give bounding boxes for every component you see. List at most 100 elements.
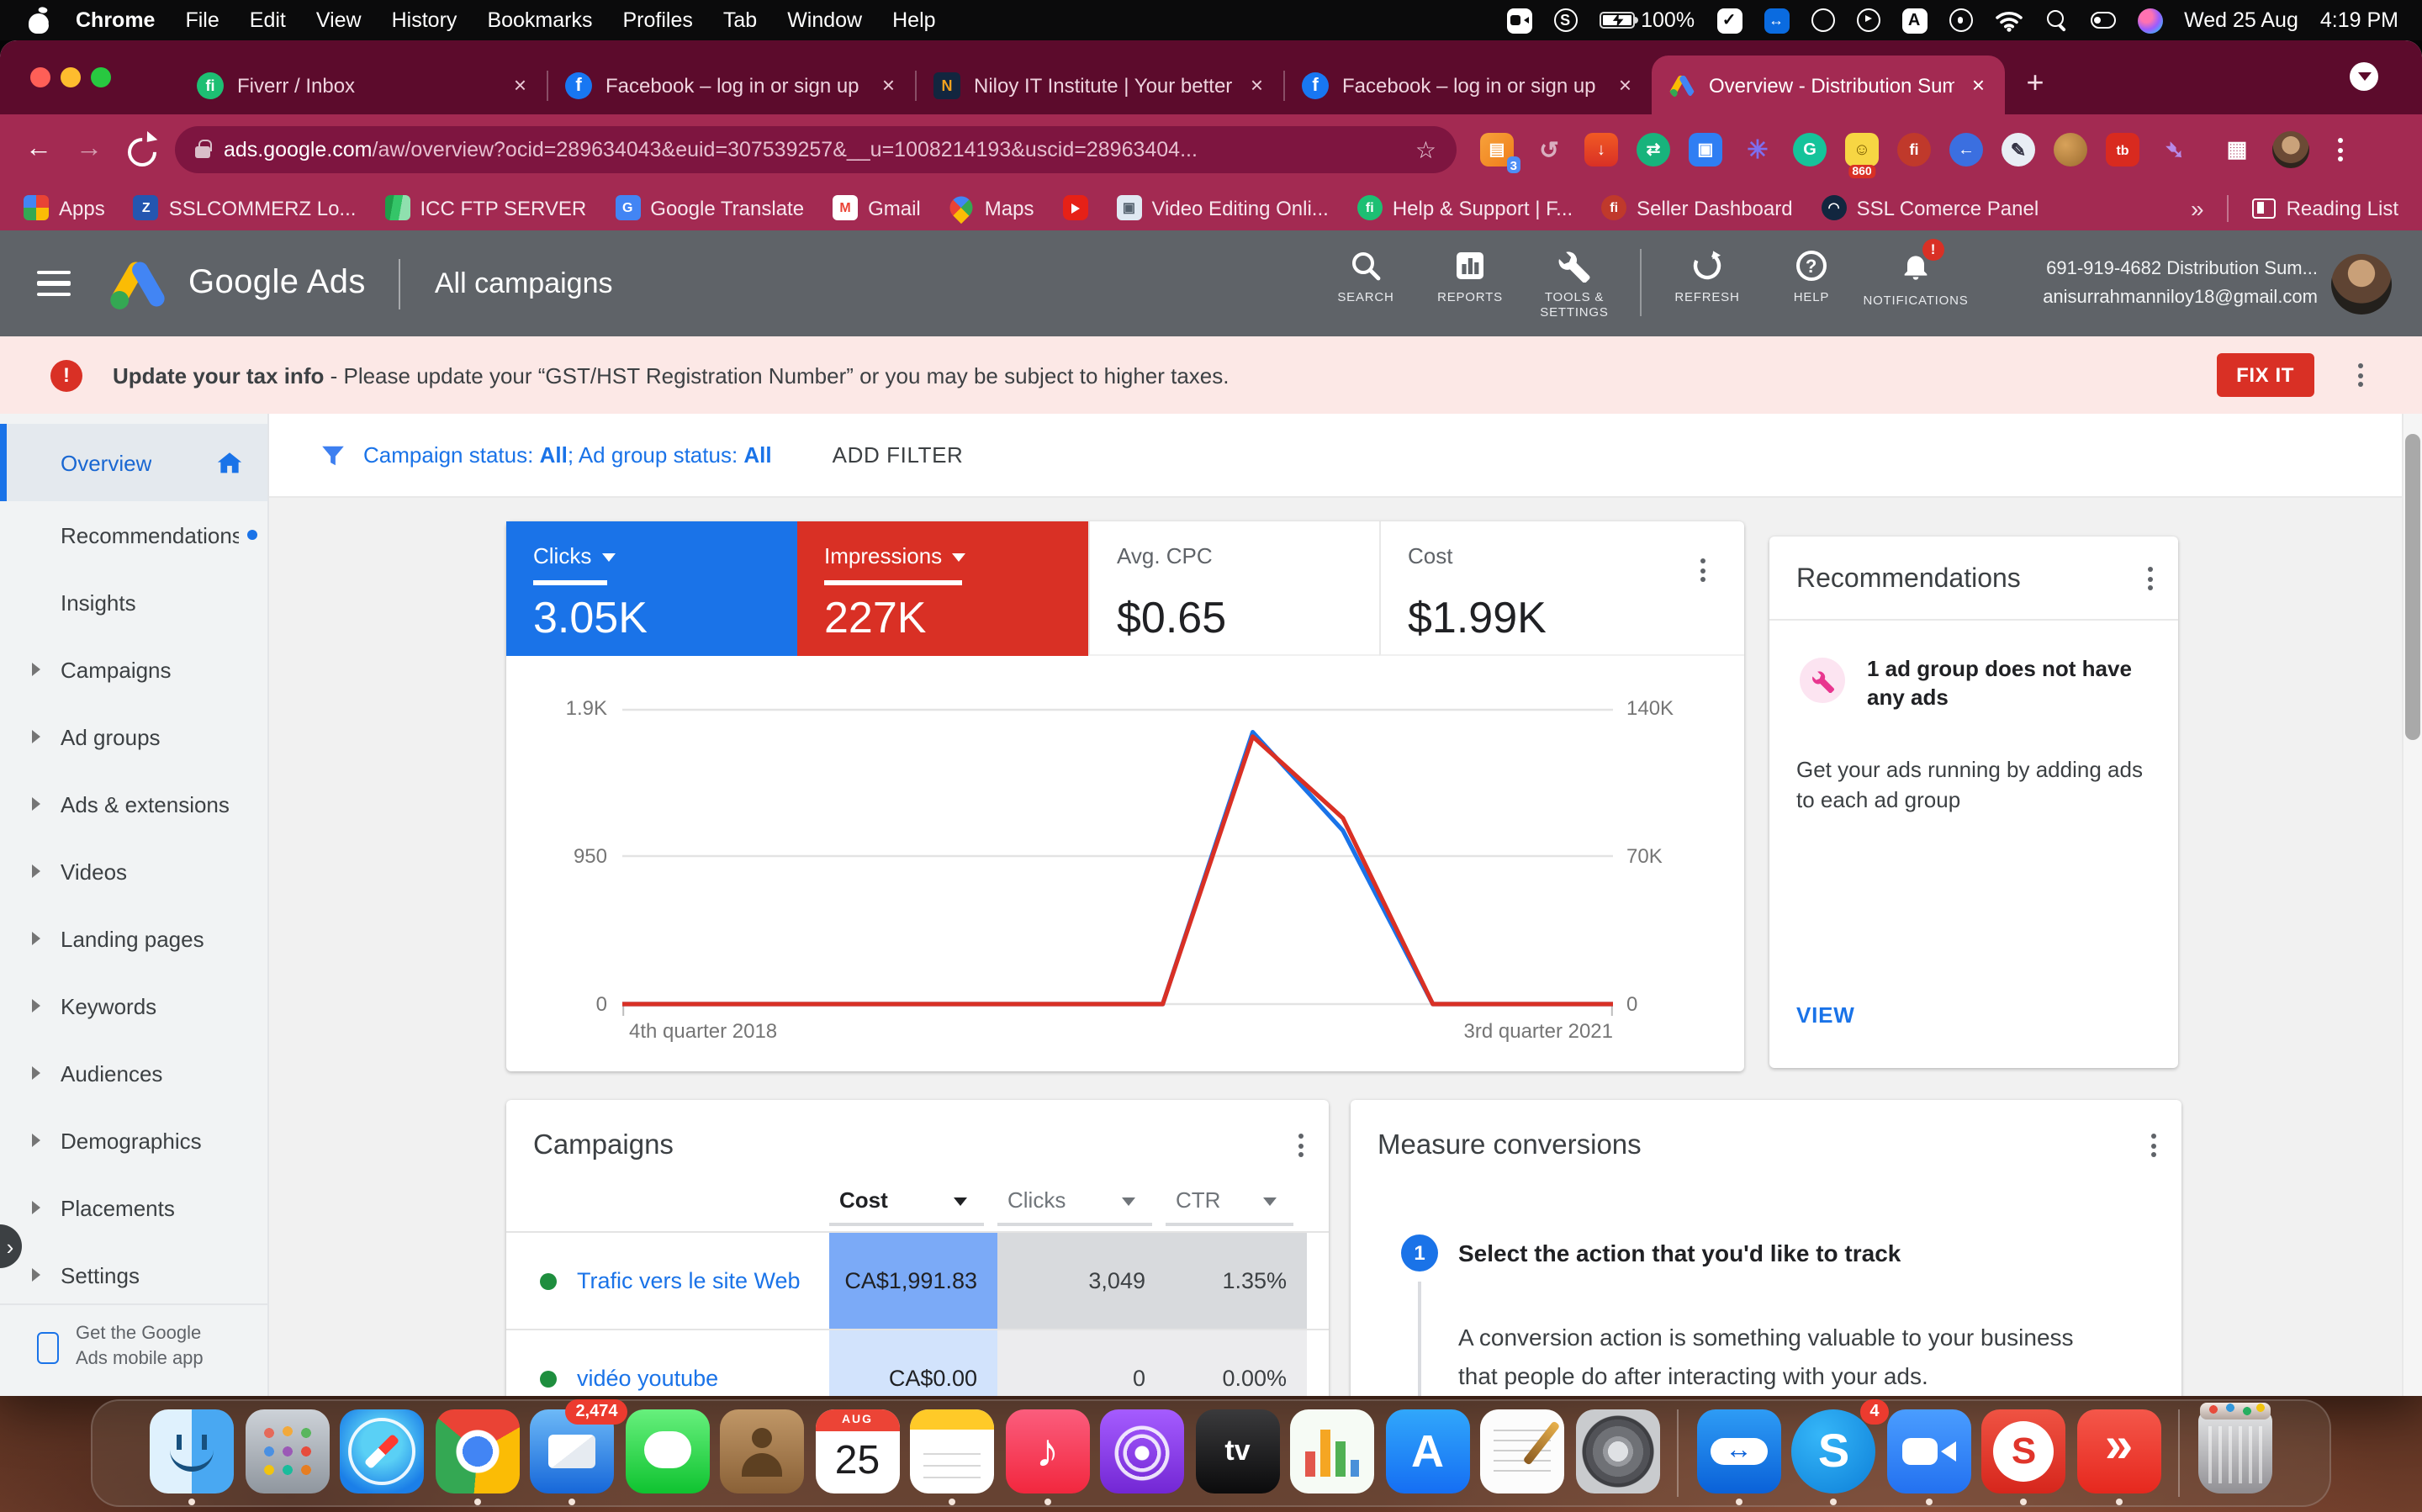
new-tab-button[interactable]: + — [2015, 64, 2055, 104]
metric-clicks[interactable]: Clicks 3.05K — [506, 521, 797, 656]
spotlight-icon[interactable] — [2044, 8, 2068, 32]
accessibility-icon[interactable] — [1949, 8, 1972, 32]
reload-button[interactable] — [114, 133, 165, 167]
menu-tab[interactable]: Tab — [708, 8, 772, 32]
dock-mail-icon[interactable]: 2,474 — [531, 1409, 615, 1493]
battery-status[interactable]: 100% — [1599, 8, 1695, 32]
close-tab-icon[interactable]: × — [879, 72, 898, 98]
input-source-icon[interactable]: A — [1901, 8, 1927, 33]
sidebar-item-insights[interactable]: Insights — [0, 568, 267, 636]
dock-launchpad-icon[interactable] — [246, 1409, 330, 1493]
ext-icon-back-arrow[interactable]: ← — [1949, 133, 1983, 167]
sidebar-item-ad-groups[interactable]: Ad groups — [0, 703, 267, 770]
dock-music-icon[interactable] — [1006, 1409, 1090, 1493]
dock-skype-icon[interactable]: 4 — [1792, 1409, 1876, 1493]
banner-menu-icon[interactable] — [2348, 363, 2372, 387]
overview-card-menu-icon[interactable] — [1690, 558, 1714, 654]
mobile-app-promo[interactable]: Get the GoogleAds mobile app — [0, 1304, 267, 1389]
ext-icon-cookie[interactable] — [2054, 133, 2087, 167]
bookmark-video-editing[interactable]: ▣Video Editing Onli... — [1116, 195, 1328, 220]
ext-icon-snowflake[interactable]: ✳ — [1741, 133, 1774, 167]
close-tab-icon[interactable]: × — [1247, 72, 1267, 98]
column-clicks[interactable]: Clicks — [997, 1187, 1152, 1226]
dock-zoom-icon[interactable] — [1887, 1409, 1971, 1493]
menubar-date[interactable]: Wed 25 Aug — [2184, 8, 2298, 32]
recommendations-menu-icon[interactable] — [2138, 567, 2161, 590]
bookmark-gmail[interactable]: MGmail — [833, 195, 921, 220]
view-link[interactable]: VIEW — [1796, 1002, 1855, 1028]
add-filter-button[interactable]: ADD FILTER — [833, 442, 964, 468]
notifications-button[interactable]: ! NOTIFICATIONS — [1864, 248, 1968, 307]
dock-chrome-icon[interactable] — [436, 1409, 520, 1493]
close-tab-icon[interactable]: × — [1969, 72, 1988, 98]
siri-icon[interactable] — [2137, 8, 2162, 33]
bookmark-seller-dashboard[interactable]: fiSeller Dashboard — [1601, 195, 1792, 220]
bookmark-help-support[interactable]: fiHelp & Support | F... — [1357, 195, 1573, 220]
teamviewer-menu-icon[interactable]: ↔ — [1764, 8, 1789, 33]
measure-menu-icon[interactable] — [2141, 1134, 2165, 1157]
column-cost[interactable]: Cost — [829, 1187, 984, 1226]
menu-window[interactable]: Window — [772, 8, 877, 32]
extensions-puzzle-icon[interactable]: ▦ — [2220, 133, 2254, 167]
sidebar-item-overview[interactable]: Overview — [0, 424, 267, 501]
dock-safari-icon[interactable] — [341, 1409, 425, 1493]
adobe-cc-icon[interactable] — [1811, 8, 1834, 32]
bookmark-ssl-panel[interactable]: ◠SSL Comerce Panel — [1822, 195, 2039, 220]
close-tab-icon[interactable]: × — [1616, 72, 1635, 98]
ext-icon-fiverr[interactable]: fi — [1897, 133, 1931, 167]
ext-icon-seo[interactable]: ☺860 — [1845, 133, 1879, 167]
dock-notes-icon[interactable] — [911, 1409, 995, 1493]
url-text[interactable]: ads.google.com/aw/overview?ocid=28963404… — [224, 138, 1402, 161]
bookmark-icc-ftp[interactable]: ICC FTP SERVER — [384, 195, 586, 220]
shortcuts-icon[interactable]: S — [1553, 8, 1577, 32]
fix-it-button[interactable]: FIX IT — [2216, 353, 2314, 397]
refresh-button[interactable]: REFRESH — [1655, 248, 1759, 304]
dock-red-chevrons-app-icon[interactable] — [2077, 1409, 2161, 1493]
bookmark-youtube[interactable] — [1062, 195, 1087, 220]
dock-red-s-app-icon[interactable] — [1982, 1409, 2066, 1493]
ext-icon-video[interactable]: ▣ — [1689, 133, 1722, 167]
account-info[interactable]: 691-919-4682 Distribution Sum... anisurr… — [1998, 256, 2318, 311]
ext-icon-history[interactable]: ↺ — [1532, 133, 1566, 167]
dock-messages-icon[interactable] — [626, 1409, 710, 1493]
close-tab-icon[interactable]: × — [510, 72, 530, 98]
sidebar-item-recommendations[interactable]: Recommendations — [0, 501, 267, 568]
control-center-icon[interactable] — [2090, 12, 2115, 29]
scrollbar-track[interactable] — [2402, 414, 2422, 1396]
sidebar-item-settings[interactable]: Settings — [0, 1241, 267, 1308]
bookmark-star-icon[interactable]: ☆ — [1415, 135, 1436, 164]
menu-bookmarks[interactable]: Bookmarks — [472, 8, 607, 32]
dock-system-preferences-icon[interactable] — [1576, 1409, 1660, 1493]
ext-icon-feather[interactable]: ➴ — [2158, 133, 2192, 167]
tab-search-chevron-icon[interactable] — [2350, 62, 2378, 91]
browser-menu-icon[interactable] — [2328, 138, 2351, 161]
campaigns-menu-icon[interactable] — [1288, 1134, 1312, 1157]
sidebar-item-videos[interactable]: Videos — [0, 838, 267, 905]
dock-appstore-icon[interactable] — [1386, 1409, 1470, 1493]
performance-line-chart[interactable] — [622, 708, 1613, 1018]
play-circle-icon[interactable] — [1856, 8, 1880, 32]
sidebar-item-ads-extensions[interactable]: Ads & extensions — [0, 770, 267, 838]
ext-icon-grammarly[interactable]: G — [1793, 133, 1827, 167]
menu-file[interactable]: File — [170, 8, 234, 32]
help-button[interactable]: ? HELP — [1759, 248, 1864, 304]
ext-icon-downloader[interactable]: ↓ — [1584, 133, 1618, 167]
ext-icon-colorpicker[interactable]: ✎ — [2002, 133, 2035, 167]
checkmark-menu-icon[interactable]: ✓ — [1716, 8, 1742, 33]
bookmark-google-translate[interactable]: GGoogle Translate — [615, 195, 804, 220]
ext-icon-refresh[interactable]: ⇄ — [1637, 133, 1670, 167]
scrollbar-thumb[interactable] — [2405, 434, 2420, 740]
address-bar[interactable]: ads.google.com/aw/overview?ocid=28963404… — [175, 126, 1457, 173]
tab-facebook-1[interactable]: f Facebook – log in or sign up × — [548, 56, 915, 114]
bookmark-sslcommerz[interactable]: ZSSLCOMMERZ Lo... — [134, 195, 357, 220]
column-ctr[interactable]: CTR — [1166, 1187, 1293, 1226]
sidebar-item-landing-pages[interactable]: Landing pages — [0, 905, 267, 972]
filter-status-text[interactable]: Campaign status: All; Ad group status: A… — [363, 442, 772, 468]
bookmarks-overflow-chevron[interactable]: » — [2191, 194, 2204, 221]
sidebar-item-audiences[interactable]: Audiences — [0, 1039, 267, 1107]
dock-calendar-icon[interactable]: AUG25 — [816, 1409, 900, 1493]
hamburger-menu-icon[interactable] — [37, 264, 71, 303]
metric-avg-cpc[interactable]: Avg. CPC $0.65 — [1088, 521, 1379, 656]
search-button[interactable]: SEARCH — [1314, 248, 1418, 304]
reading-list-button[interactable]: Reading List — [2253, 196, 2398, 219]
